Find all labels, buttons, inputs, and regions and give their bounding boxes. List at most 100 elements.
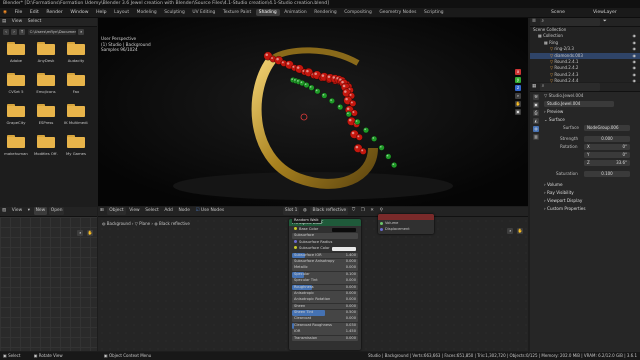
tab-rendering[interactable]: Rendering bbox=[311, 9, 339, 16]
breadcrumb-plane[interactable]: Plane bbox=[139, 221, 150, 226]
bsdf-input-row[interactable]: Anisotropic 0.000 bbox=[292, 290, 358, 297]
fake-user-icon[interactable]: ⛉ bbox=[350, 207, 357, 215]
blender-logo-icon[interactable]: ◉ bbox=[0, 8, 10, 18]
bsdf-input-row[interactable]: Metallic 0.000 bbox=[292, 265, 358, 272]
image-editor-canvas[interactable]: ⌕ ✋ bbox=[0, 217, 97, 351]
properties-search-field[interactable]: ⌕ bbox=[539, 83, 600, 91]
properties-editor-icon[interactable]: ▦ bbox=[530, 83, 538, 91]
surface-shader-field[interactable]: NodeGroup.006 bbox=[584, 125, 630, 131]
scene-selector[interactable]: Scene bbox=[548, 8, 568, 18]
tab-compositing[interactable]: Compositing bbox=[341, 9, 375, 16]
fb-path-field[interactable]: C:\Users\mflyn\Documents\... bbox=[27, 29, 76, 35]
node-zoom-icon[interactable]: ⌕ bbox=[507, 228, 514, 234]
material-slot-field[interactable]: Studio.Jewel.004 bbox=[544, 101, 614, 107]
folder-icon[interactable] bbox=[7, 104, 25, 117]
image-pan-hand-icon[interactable]: ✋ bbox=[87, 230, 93, 236]
filter-icon[interactable]: ⏷ bbox=[601, 18, 609, 26]
tool-tab-icon[interactable]: ⚒ bbox=[533, 94, 539, 100]
shader-node-menu[interactable]: Node bbox=[176, 207, 191, 215]
shader-add-menu[interactable]: Add bbox=[162, 207, 175, 215]
rotation-y-field[interactable]: Y 0° bbox=[584, 152, 630, 158]
saturation-field[interactable]: 0.100 bbox=[584, 171, 630, 177]
bsdf-input-row[interactable]: Subsurface IOR 1.400 bbox=[292, 252, 358, 259]
section-viewport-display[interactable]: › Viewport Display bbox=[530, 197, 640, 205]
principled-bsdf-node[interactable]: Principled BSDF Base ColorSubsurfaceSubs… bbox=[289, 219, 361, 350]
folder-icon[interactable] bbox=[7, 73, 25, 86]
tab-shading[interactable]: Shading bbox=[255, 9, 280, 16]
tab-texture-paint[interactable]: Texture Paint bbox=[220, 9, 254, 16]
shader-editor-icon[interactable]: ⊞ bbox=[98, 207, 106, 215]
pan-hand-icon[interactable]: ✋ bbox=[515, 101, 521, 107]
bsdf-input-row[interactable]: Base Color bbox=[292, 227, 358, 233]
bsdf-input-row[interactable]: Subsurface Color bbox=[292, 246, 358, 252]
folder-icon[interactable] bbox=[67, 104, 85, 117]
bsdf-input-row[interactable]: Subsurface bbox=[292, 233, 358, 240]
image-editor-icon[interactable]: ▨ bbox=[0, 207, 8, 215]
shader-view-menu[interactable]: View bbox=[127, 207, 141, 215]
bsdf-input-row[interactable]: Anisotropic Rotation 0.000 bbox=[292, 297, 358, 304]
tab-geometry-nodes[interactable]: Geometry Nodes bbox=[376, 9, 419, 16]
folder-icon[interactable] bbox=[7, 42, 25, 55]
tab-uv-editing[interactable]: UV Editing bbox=[189, 9, 218, 16]
color-socket-icon[interactable] bbox=[294, 246, 297, 250]
section-surface[interactable]: ⌄ Surface bbox=[530, 116, 640, 124]
folder-icon[interactable] bbox=[67, 42, 85, 55]
image-open-button[interactable]: Open bbox=[48, 207, 65, 215]
outliner-editor-icon[interactable]: ☰ bbox=[530, 18, 538, 26]
forward-arrow-icon[interactable]: › bbox=[11, 29, 17, 35]
camera-icon[interactable]: ▣ bbox=[515, 109, 521, 115]
folder-icon[interactable] bbox=[37, 42, 55, 55]
use-nodes-checkbox[interactable]: ☑ Use Nodes bbox=[194, 207, 227, 215]
section-preview[interactable]: › Preview bbox=[530, 108, 640, 116]
bsdf-input-row[interactable]: Subsurface Anisotropy 0.000 bbox=[292, 258, 358, 265]
mat-output-displacement-socket[interactable]: Displacement bbox=[378, 226, 434, 232]
section-volume[interactable]: › Volume bbox=[530, 181, 640, 189]
image-new-button[interactable]: New bbox=[33, 207, 48, 215]
shader-type-dropdown[interactable]: Object bbox=[107, 207, 126, 215]
vector-socket-icon[interactable] bbox=[294, 239, 297, 243]
bsdf-input-row[interactable]: Specular Tint 0.000 bbox=[292, 278, 358, 284]
folder-icon[interactable] bbox=[37, 135, 55, 148]
breadcrumb-material[interactable]: Black reflective bbox=[159, 221, 190, 226]
image-view-menu[interactable]: View bbox=[10, 207, 24, 215]
parent-dir-icon[interactable]: ↑ bbox=[19, 29, 25, 35]
bsdf-input-row[interactable]: Subsurface Radius bbox=[292, 239, 358, 246]
rotation-x-field[interactable]: X 0° bbox=[584, 144, 630, 150]
render-tab-icon[interactable]: ▣ bbox=[533, 102, 539, 108]
menu-edit[interactable]: Edit bbox=[27, 8, 42, 18]
output-tab-icon[interactable]: ⎙ bbox=[533, 110, 539, 116]
axis-x-icon[interactable]: x bbox=[515, 69, 521, 75]
tab-sculpting[interactable]: Sculpting bbox=[161, 9, 188, 16]
color-swatch[interactable] bbox=[332, 228, 356, 232]
strength-field[interactable]: 0.000 bbox=[584, 136, 630, 142]
menu-window[interactable]: Window bbox=[67, 8, 91, 18]
node-pan-hand-icon[interactable]: ✋ bbox=[517, 228, 523, 234]
file-browser-icon[interactable]: ▤ bbox=[0, 18, 8, 26]
bsdf-input-row[interactable]: Clearcoat Roughness 0.030 bbox=[292, 322, 358, 329]
outliner-search-field[interactable]: ⌕ bbox=[539, 18, 600, 26]
color-socket-icon[interactable] bbox=[294, 227, 297, 230]
folder-icon[interactable] bbox=[37, 104, 55, 117]
fb-select-menu[interactable]: Select bbox=[26, 18, 44, 26]
tab-modeling[interactable]: Modeling bbox=[134, 9, 160, 16]
rotation-z-field[interactable]: Z 33.6° bbox=[584, 160, 630, 166]
bsdf-input-row[interactable]: IOR 1.450 bbox=[292, 329, 358, 336]
zoom-icon[interactable]: ⌕ bbox=[515, 93, 521, 99]
tab-layout[interactable]: Layout bbox=[111, 9, 132, 16]
tab-scripting[interactable]: Scripting bbox=[421, 9, 447, 16]
breadcrumb-background[interactable]: Background bbox=[107, 221, 131, 226]
bsdf-input-row[interactable]: Roughness 0.000 bbox=[292, 284, 358, 291]
collection-tab-icon[interactable]: ▥ bbox=[533, 134, 539, 140]
fb-view-menu[interactable]: View bbox=[10, 18, 24, 26]
image-zoom-icon[interactable]: ⌕ bbox=[77, 230, 84, 236]
scene-tab-icon[interactable]: ◭ bbox=[533, 118, 539, 124]
folder-icon[interactable] bbox=[67, 73, 85, 86]
folder-icon[interactable] bbox=[37, 73, 55, 86]
bsdf-input-row[interactable]: Sheen 0.000 bbox=[292, 303, 358, 310]
3d-viewport[interactable]: ◫ Object Mode View Select Add Object Glo… bbox=[98, 18, 528, 206]
view-layer-selector[interactable]: ViewLayer bbox=[590, 8, 620, 18]
image-image-icon[interactable]: ▾ bbox=[26, 207, 32, 215]
section-ray-visibility[interactable]: › Ray Visibility bbox=[530, 189, 640, 197]
search-icon[interactable]: ⌕ bbox=[78, 29, 85, 35]
menu-render[interactable]: Render bbox=[43, 8, 65, 18]
